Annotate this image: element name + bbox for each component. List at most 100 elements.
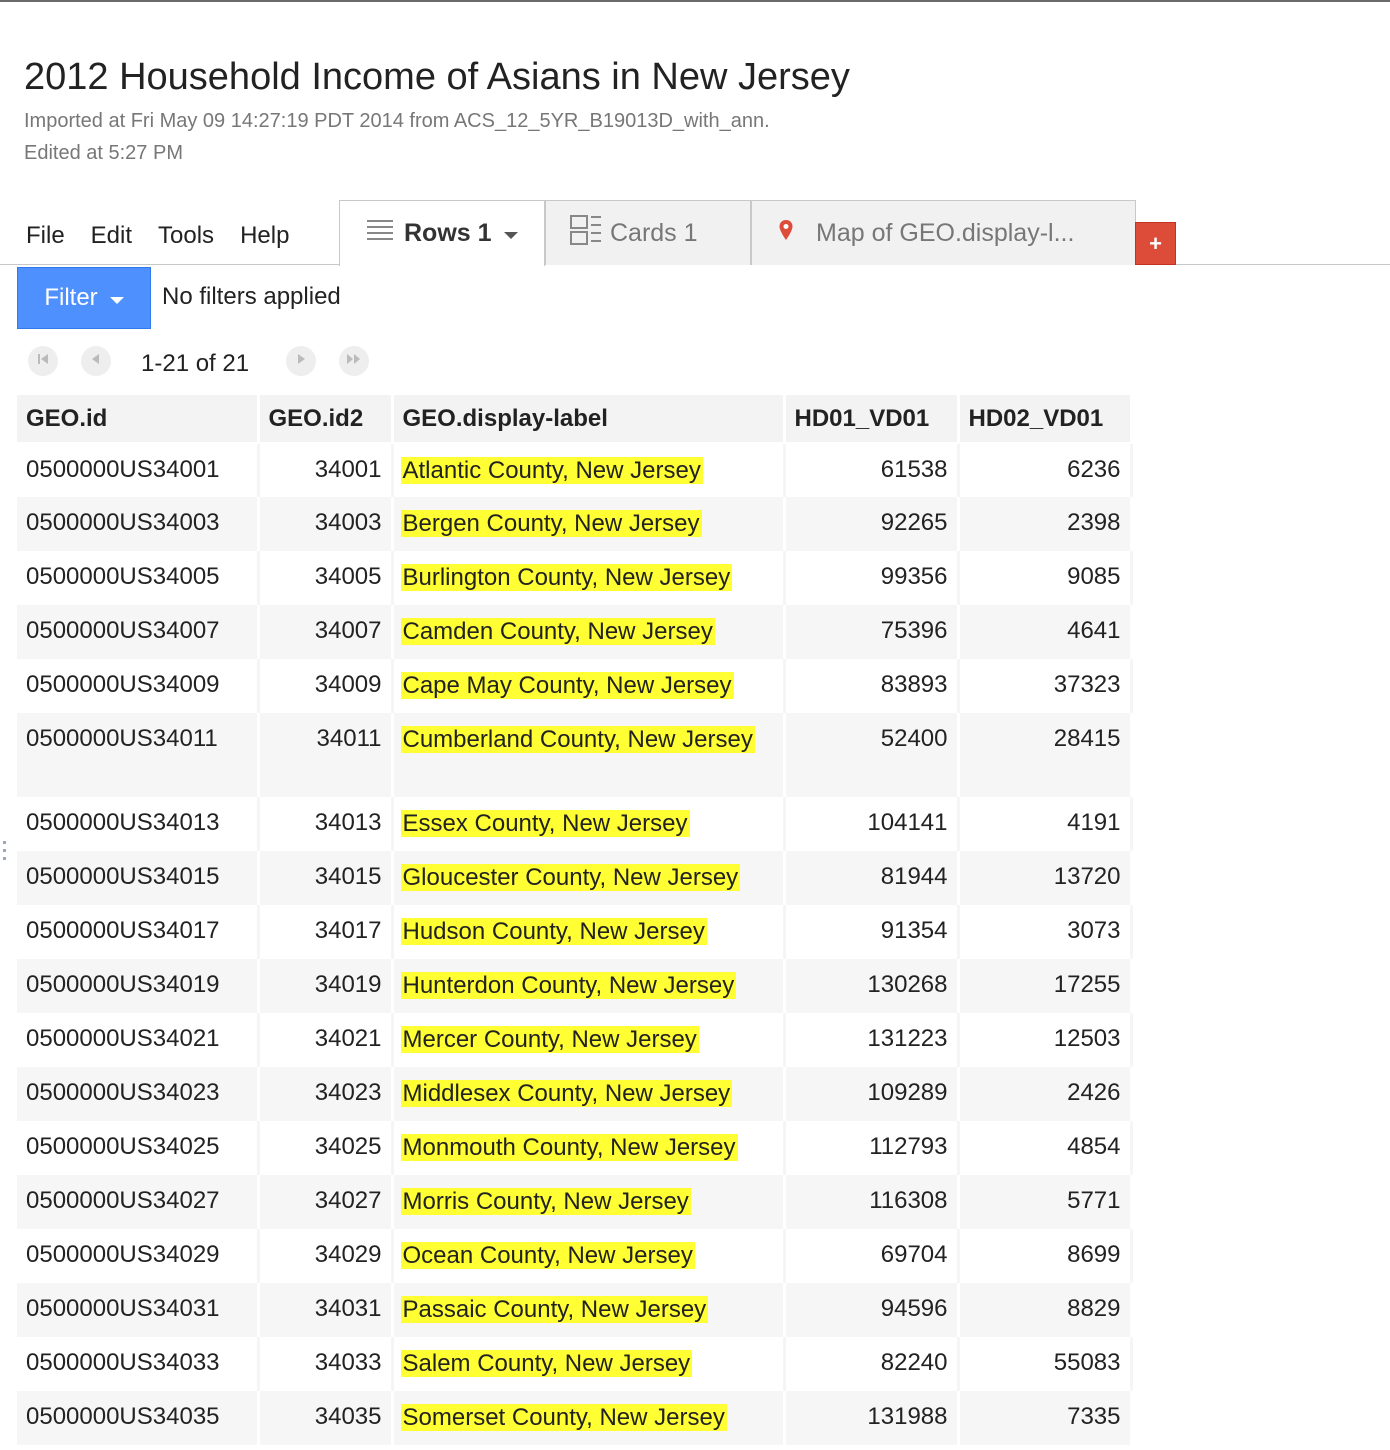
cell-geo-id2[interactable]: 34027: [258, 1175, 394, 1229]
cell-display-label[interactable]: Salem County, New Jersey: [392, 1337, 786, 1391]
cell-hd02[interactable]: 17255: [958, 959, 1133, 1013]
column-header-geo-id[interactable]: GEO.id: [17, 395, 260, 444]
cell-hd01[interactable]: 99356: [784, 551, 960, 605]
cell-hd01[interactable]: 75396: [784, 605, 960, 659]
table-row[interactable]: 0500000US34005 34005 Burlington County, Ne…: [17, 551, 1133, 605]
cell-hd02[interactable]: 2426: [958, 1067, 1133, 1121]
last-page-button[interactable]: [339, 346, 369, 376]
cell-geo-id2[interactable]: 34001: [258, 443, 394, 497]
add-tab-button[interactable]: +: [1135, 222, 1176, 265]
cell-hd02[interactable]: 4641: [958, 605, 1133, 659]
cell-geo-id[interactable]: 0500000US34015: [17, 851, 260, 905]
table-row[interactable]: 0500000US34009 34009 Cape May County, New …: [17, 659, 1133, 713]
cell-hd01[interactable]: 81944: [784, 851, 960, 905]
cell-geo-id[interactable]: 0500000US34005: [17, 551, 260, 605]
menu-tools[interactable]: Tools: [158, 222, 214, 250]
cell-geo-id[interactable]: 0500000US34013: [17, 797, 260, 851]
cell-geo-id[interactable]: 0500000US34035: [17, 1391, 260, 1445]
cell-hd01[interactable]: 92265: [784, 497, 960, 551]
cell-hd01[interactable]: 130268: [784, 959, 960, 1013]
table-row[interactable]: 0500000US34011 34011 Cumberland County, Ne…: [17, 713, 1133, 797]
cell-hd01[interactable]: 104141: [784, 797, 960, 851]
cell-display-label[interactable]: Hudson County, New Jersey: [392, 905, 786, 959]
cell-display-label[interactable]: Ocean County, New Jersey: [392, 1229, 786, 1283]
cell-hd01[interactable]: 131988: [784, 1391, 960, 1445]
table-row[interactable]: 0500000US34007 34007 Camden County, New Je…: [17, 605, 1133, 659]
cell-hd02[interactable]: 55083: [958, 1337, 1133, 1391]
cell-hd02[interactable]: 8699: [958, 1229, 1133, 1283]
cell-display-label[interactable]: Bergen County, New Jersey: [392, 497, 786, 551]
cell-geo-id2[interactable]: 34007: [258, 605, 394, 659]
column-header-hd02[interactable]: HD02_VD01: [958, 395, 1133, 444]
cell-geo-id2[interactable]: 34031: [258, 1283, 394, 1337]
cell-geo-id[interactable]: 0500000US34019: [17, 959, 260, 1013]
cell-hd01[interactable]: 52400: [784, 713, 960, 797]
cell-hd02[interactable]: 12503: [958, 1013, 1133, 1067]
menu-file[interactable]: File: [26, 222, 65, 250]
cell-display-label[interactable]: Gloucester County, New Jersey: [392, 851, 786, 905]
cell-geo-id2[interactable]: 34003: [258, 497, 394, 551]
cell-display-label[interactable]: Passaic County, New Jersey: [392, 1283, 786, 1337]
cell-hd02[interactable]: 8829: [958, 1283, 1133, 1337]
cell-hd01[interactable]: 109289: [784, 1067, 960, 1121]
cell-hd01[interactable]: 91354: [784, 905, 960, 959]
cell-hd02[interactable]: 2398: [958, 497, 1133, 551]
column-header-display-label[interactable]: GEO.display-label: [392, 395, 786, 444]
column-header-geo-id2[interactable]: GEO.id2: [258, 395, 394, 444]
menu-help[interactable]: Help: [240, 222, 289, 250]
menu-edit[interactable]: Edit: [91, 222, 132, 250]
table-row[interactable]: 0500000US34033 34033 Salem County, New Jer…: [17, 1337, 1133, 1391]
cell-geo-id2[interactable]: 34035: [258, 1391, 394, 1445]
table-row[interactable]: 0500000US34035 34035 Somerset County, New …: [17, 1391, 1133, 1445]
table-row[interactable]: 0500000US34019 34019 Hunterdon County, New…: [17, 959, 1133, 1013]
table-row[interactable]: 0500000US34015 34015 Gloucester County, Ne…: [17, 851, 1133, 905]
cell-geo-id2[interactable]: 34011: [258, 713, 394, 797]
cell-hd01[interactable]: 116308: [784, 1175, 960, 1229]
table-row[interactable]: 0500000US34023 34023 Middlesex County, New…: [17, 1067, 1133, 1121]
cell-geo-id[interactable]: 0500000US34011: [17, 713, 260, 797]
cell-geo-id[interactable]: 0500000US34017: [17, 905, 260, 959]
tab-map[interactable]: Map of GEO.display-l...: [751, 200, 1136, 265]
cell-hd01[interactable]: 112793: [784, 1121, 960, 1175]
cell-hd02[interactable]: 7335: [958, 1391, 1133, 1445]
resize-handle[interactable]: [3, 836, 11, 876]
filter-button[interactable]: Filter: [17, 267, 151, 329]
table-row[interactable]: 0500000US34029 34029 Ocean County, New Jer…: [17, 1229, 1133, 1283]
cell-display-label[interactable]: Somerset County, New Jersey: [392, 1391, 786, 1445]
cell-display-label[interactable]: Hunterdon County, New Jersey: [392, 959, 786, 1013]
next-page-button[interactable]: [286, 346, 316, 376]
cell-geo-id[interactable]: 0500000US34033: [17, 1337, 260, 1391]
cell-hd01[interactable]: 94596: [784, 1283, 960, 1337]
cell-geo-id[interactable]: 0500000US34031: [17, 1283, 260, 1337]
cell-hd02[interactable]: 4854: [958, 1121, 1133, 1175]
first-page-button[interactable]: [28, 346, 58, 376]
tab-cards[interactable]: Cards 1: [545, 200, 751, 265]
chevron-down-icon[interactable]: [503, 232, 518, 239]
cell-display-label[interactable]: Camden County, New Jersey: [392, 605, 786, 659]
cell-geo-id2[interactable]: 34019: [258, 959, 394, 1013]
cell-geo-id[interactable]: 0500000US34001: [17, 443, 260, 497]
cell-hd01[interactable]: 83893: [784, 659, 960, 713]
cell-display-label[interactable]: Essex County, New Jersey: [392, 797, 786, 851]
cell-geo-id2[interactable]: 34021: [258, 1013, 394, 1067]
cell-display-label[interactable]: Burlington County, New Jersey: [392, 551, 786, 605]
cell-geo-id2[interactable]: 34033: [258, 1337, 394, 1391]
cell-geo-id[interactable]: 0500000US34023: [17, 1067, 260, 1121]
cell-hd02[interactable]: 4191: [958, 797, 1133, 851]
tab-rows[interactable]: Rows 1: [339, 200, 545, 266]
cell-hd02[interactable]: 6236: [958, 443, 1133, 497]
prev-page-button[interactable]: [81, 346, 111, 376]
cell-geo-id2[interactable]: 34009: [258, 659, 394, 713]
cell-geo-id[interactable]: 0500000US34003: [17, 497, 260, 551]
cell-hd02[interactable]: 3073: [958, 905, 1133, 959]
cell-hd02[interactable]: 13720: [958, 851, 1133, 905]
cell-geo-id[interactable]: 0500000US34029: [17, 1229, 260, 1283]
table-row[interactable]: 0500000US34027 34027 Morris County, New Je…: [17, 1175, 1133, 1229]
cell-geo-id2[interactable]: 34023: [258, 1067, 394, 1121]
cell-hd02[interactable]: 5771: [958, 1175, 1133, 1229]
table-row[interactable]: 0500000US34025 34025 Monmouth County, New …: [17, 1121, 1133, 1175]
cell-display-label[interactable]: Morris County, New Jersey: [392, 1175, 786, 1229]
cell-geo-id2[interactable]: 34025: [258, 1121, 394, 1175]
cell-geo-id2[interactable]: 34015: [258, 851, 394, 905]
cell-display-label[interactable]: Atlantic County, New Jersey: [392, 443, 786, 497]
